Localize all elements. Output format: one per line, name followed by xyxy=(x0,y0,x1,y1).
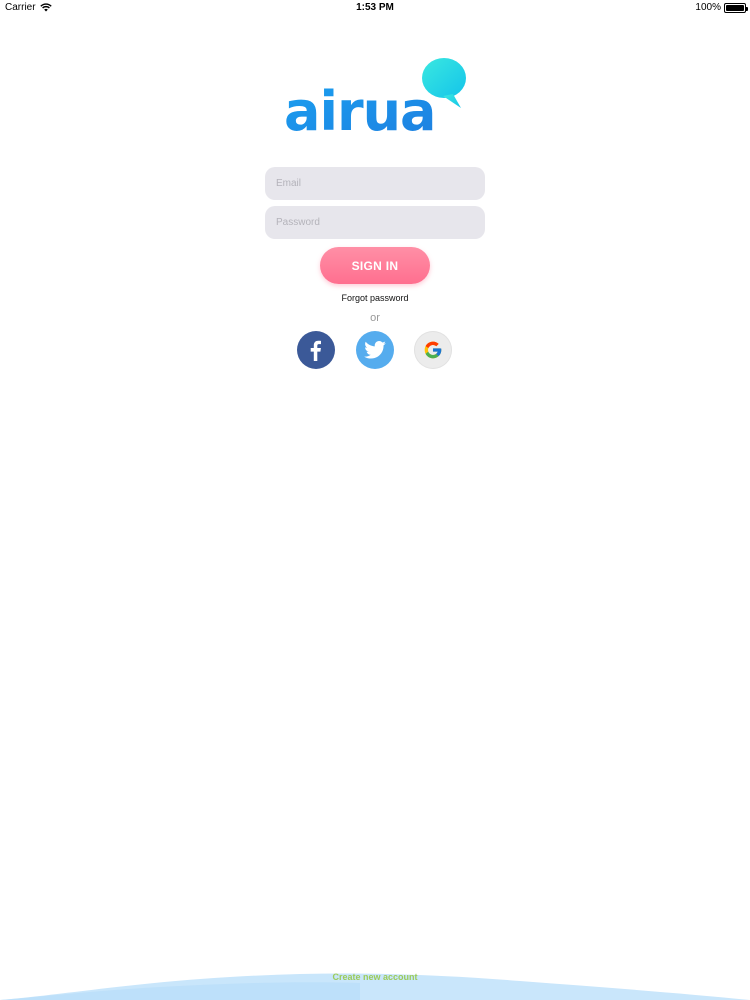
twitter-icon xyxy=(364,341,386,359)
facebook-icon xyxy=(310,340,321,361)
logo-text: airua xyxy=(284,80,435,136)
password-field[interactable] xyxy=(265,206,485,239)
status-time: 1:53 PM xyxy=(356,2,394,13)
sign-in-button[interactable]: SIGN IN xyxy=(320,247,430,284)
google-icon xyxy=(424,341,442,359)
status-bar: Carrier 1:53 PM 100% xyxy=(0,0,750,16)
create-account-link[interactable]: Create new account xyxy=(0,972,750,982)
google-login-button[interactable] xyxy=(414,331,452,369)
battery-icon xyxy=(724,2,748,13)
facebook-login-button[interactable] xyxy=(297,331,335,369)
battery-percent: 100% xyxy=(695,2,721,13)
twitter-login-button[interactable] xyxy=(356,331,394,369)
airua-logo: airua xyxy=(284,58,466,136)
forgot-password-link[interactable]: Forgot password xyxy=(0,293,750,303)
status-right: 100% xyxy=(695,2,748,13)
or-divider-label: or xyxy=(370,312,380,324)
battery-level xyxy=(726,4,744,11)
email-field[interactable] xyxy=(265,167,485,200)
